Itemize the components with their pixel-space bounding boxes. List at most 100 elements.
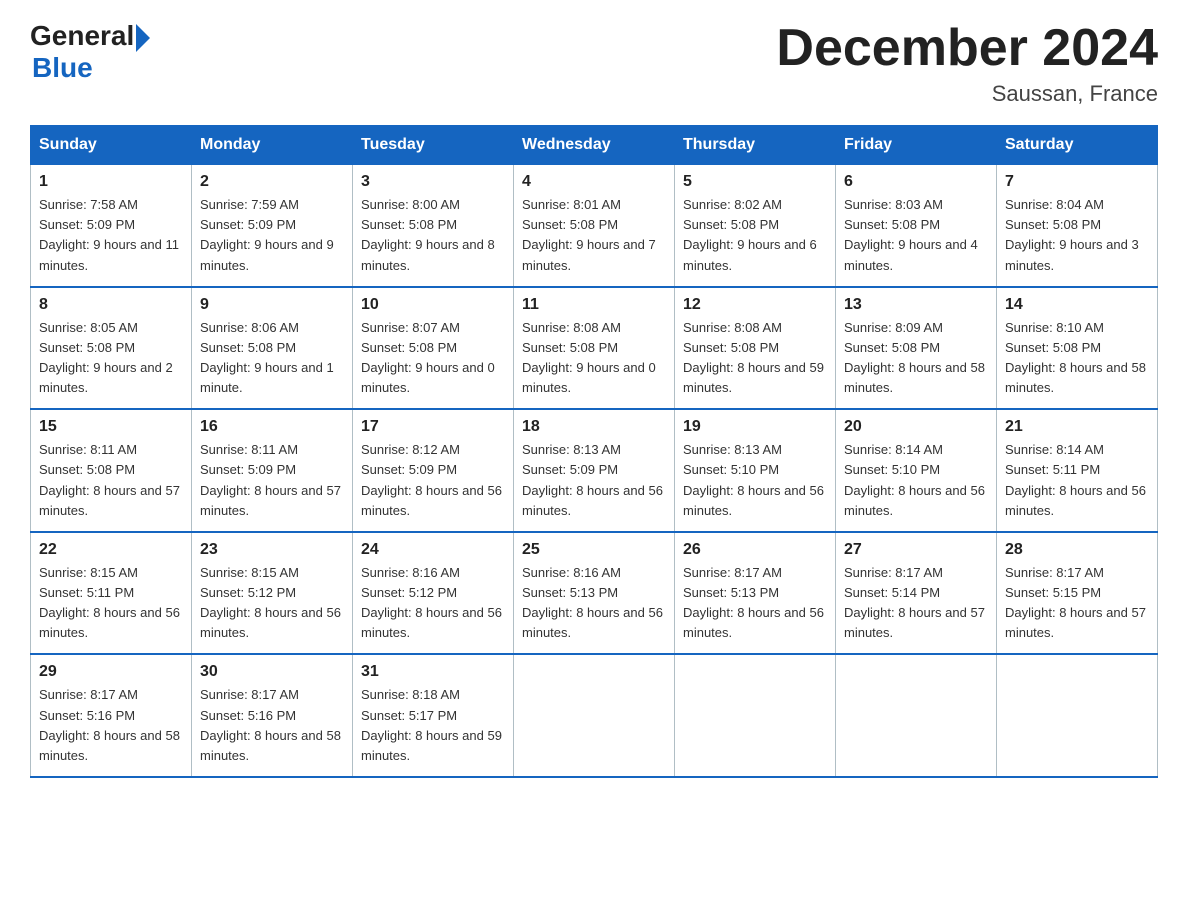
table-row: 17 Sunrise: 8:12 AMSunset: 5:09 PMDaylig… [353,409,514,532]
table-row: 27 Sunrise: 8:17 AMSunset: 5:14 PMDaylig… [836,532,997,655]
table-row: 29 Sunrise: 8:17 AMSunset: 5:16 PMDaylig… [31,654,192,777]
day-info: Sunrise: 8:18 AMSunset: 5:17 PMDaylight:… [361,687,502,762]
table-row: 30 Sunrise: 8:17 AMSunset: 5:16 PMDaylig… [192,654,353,777]
table-row: 21 Sunrise: 8:14 AMSunset: 5:11 PMDaylig… [997,409,1158,532]
title-block: December 2024 Saussan, France [776,20,1158,107]
table-row: 24 Sunrise: 8:16 AMSunset: 5:12 PMDaylig… [353,532,514,655]
table-row: 22 Sunrise: 8:15 AMSunset: 5:11 PMDaylig… [31,532,192,655]
day-number: 15 [39,418,183,436]
table-row: 25 Sunrise: 8:16 AMSunset: 5:13 PMDaylig… [514,532,675,655]
table-row [514,654,675,777]
day-info: Sunrise: 8:03 AMSunset: 5:08 PMDaylight:… [844,197,978,272]
day-info: Sunrise: 8:09 AMSunset: 5:08 PMDaylight:… [844,320,985,395]
logo-blue-text: Blue [32,52,150,84]
day-info: Sunrise: 8:11 AMSunset: 5:09 PMDaylight:… [200,442,341,517]
day-number: 1 [39,173,183,191]
table-row: 18 Sunrise: 8:13 AMSunset: 5:09 PMDaylig… [514,409,675,532]
day-number: 23 [200,541,344,559]
day-number: 9 [200,296,344,314]
table-row: 8 Sunrise: 8:05 AMSunset: 5:08 PMDayligh… [31,287,192,410]
day-number: 28 [1005,541,1149,559]
day-number: 24 [361,541,505,559]
day-info: Sunrise: 8:17 AMSunset: 5:16 PMDaylight:… [39,687,180,762]
day-info: Sunrise: 8:14 AMSunset: 5:11 PMDaylight:… [1005,442,1146,517]
day-info: Sunrise: 8:08 AMSunset: 5:08 PMDaylight:… [683,320,824,395]
table-row: 2 Sunrise: 7:59 AMSunset: 5:09 PMDayligh… [192,165,353,287]
table-row [836,654,997,777]
day-number: 21 [1005,418,1149,436]
table-row: 6 Sunrise: 8:03 AMSunset: 5:08 PMDayligh… [836,165,997,287]
day-info: Sunrise: 8:17 AMSunset: 5:16 PMDaylight:… [200,687,341,762]
day-number: 12 [683,296,827,314]
table-row: 15 Sunrise: 8:11 AMSunset: 5:08 PMDaylig… [31,409,192,532]
table-row [675,654,836,777]
day-number: 2 [200,173,344,191]
day-info: Sunrise: 8:07 AMSunset: 5:08 PMDaylight:… [361,320,495,395]
day-info: Sunrise: 8:10 AMSunset: 5:08 PMDaylight:… [1005,320,1146,395]
day-number: 25 [522,541,666,559]
day-number: 11 [522,296,666,314]
table-row: 1 Sunrise: 7:58 AMSunset: 5:09 PMDayligh… [31,165,192,287]
table-row: 7 Sunrise: 8:04 AMSunset: 5:08 PMDayligh… [997,165,1158,287]
day-info: Sunrise: 8:12 AMSunset: 5:09 PMDaylight:… [361,442,502,517]
day-info: Sunrise: 8:02 AMSunset: 5:08 PMDaylight:… [683,197,817,272]
table-row: 31 Sunrise: 8:18 AMSunset: 5:17 PMDaylig… [353,654,514,777]
day-number: 10 [361,296,505,314]
day-info: Sunrise: 8:13 AMSunset: 5:09 PMDaylight:… [522,442,663,517]
day-info: Sunrise: 8:06 AMSunset: 5:08 PMDaylight:… [200,320,334,395]
day-number: 16 [200,418,344,436]
day-number: 18 [522,418,666,436]
table-row: 9 Sunrise: 8:06 AMSunset: 5:08 PMDayligh… [192,287,353,410]
day-number: 22 [39,541,183,559]
table-row: 28 Sunrise: 8:17 AMSunset: 5:15 PMDaylig… [997,532,1158,655]
day-number: 17 [361,418,505,436]
page-header: General Blue December 2024 Saussan, Fran… [30,20,1158,107]
day-number: 7 [1005,173,1149,191]
day-number: 4 [522,173,666,191]
col-thursday: Thursday [675,126,836,165]
col-friday: Friday [836,126,997,165]
col-monday: Monday [192,126,353,165]
day-info: Sunrise: 8:00 AMSunset: 5:08 PMDaylight:… [361,197,495,272]
logo-general-text: General [30,20,134,52]
day-number: 19 [683,418,827,436]
day-info: Sunrise: 8:04 AMSunset: 5:08 PMDaylight:… [1005,197,1139,272]
calendar-table: Sunday Monday Tuesday Wednesday Thursday… [30,125,1158,778]
day-info: Sunrise: 8:16 AMSunset: 5:12 PMDaylight:… [361,565,502,640]
table-row: 16 Sunrise: 8:11 AMSunset: 5:09 PMDaylig… [192,409,353,532]
day-number: 30 [200,663,344,681]
table-row: 20 Sunrise: 8:14 AMSunset: 5:10 PMDaylig… [836,409,997,532]
day-info: Sunrise: 8:13 AMSunset: 5:10 PMDaylight:… [683,442,824,517]
calendar-header: Sunday Monday Tuesday Wednesday Thursday… [31,126,1158,165]
col-sunday: Sunday [31,126,192,165]
table-row: 11 Sunrise: 8:08 AMSunset: 5:08 PMDaylig… [514,287,675,410]
day-info: Sunrise: 8:15 AMSunset: 5:11 PMDaylight:… [39,565,180,640]
table-row: 23 Sunrise: 8:15 AMSunset: 5:12 PMDaylig… [192,532,353,655]
table-row: 10 Sunrise: 8:07 AMSunset: 5:08 PMDaylig… [353,287,514,410]
day-number: 27 [844,541,988,559]
day-info: Sunrise: 7:58 AMSunset: 5:09 PMDaylight:… [39,197,179,272]
table-row: 4 Sunrise: 8:01 AMSunset: 5:08 PMDayligh… [514,165,675,287]
table-row: 12 Sunrise: 8:08 AMSunset: 5:08 PMDaylig… [675,287,836,410]
month-year-title: December 2024 [776,20,1158,77]
col-saturday: Saturday [997,126,1158,165]
day-number: 20 [844,418,988,436]
day-number: 6 [844,173,988,191]
day-info: Sunrise: 8:16 AMSunset: 5:13 PMDaylight:… [522,565,663,640]
col-tuesday: Tuesday [353,126,514,165]
table-row: 13 Sunrise: 8:09 AMSunset: 5:08 PMDaylig… [836,287,997,410]
logo: General Blue [30,20,150,84]
day-info: Sunrise: 8:14 AMSunset: 5:10 PMDaylight:… [844,442,985,517]
day-number: 31 [361,663,505,681]
day-info: Sunrise: 8:11 AMSunset: 5:08 PMDaylight:… [39,442,180,517]
table-row [997,654,1158,777]
col-wednesday: Wednesday [514,126,675,165]
day-info: Sunrise: 8:01 AMSunset: 5:08 PMDaylight:… [522,197,656,272]
table-row: 19 Sunrise: 8:13 AMSunset: 5:10 PMDaylig… [675,409,836,532]
table-row: 3 Sunrise: 8:00 AMSunset: 5:08 PMDayligh… [353,165,514,287]
table-row: 14 Sunrise: 8:10 AMSunset: 5:08 PMDaylig… [997,287,1158,410]
day-number: 3 [361,173,505,191]
day-number: 26 [683,541,827,559]
day-info: Sunrise: 8:17 AMSunset: 5:14 PMDaylight:… [844,565,985,640]
calendar-body: 1 Sunrise: 7:58 AMSunset: 5:09 PMDayligh… [31,165,1158,777]
